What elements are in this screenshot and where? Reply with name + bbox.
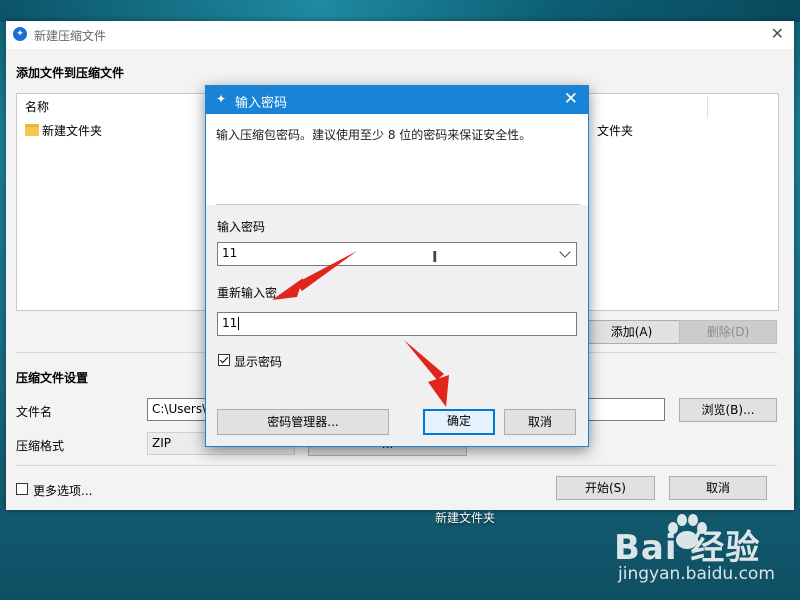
filename-label: 文件名	[16, 405, 53, 419]
dialog-cancel-button[interactable]: 取消	[504, 409, 576, 435]
app-icon: ✦	[13, 27, 27, 41]
close-icon[interactable]: ✕	[771, 24, 784, 43]
chevron-down-icon[interactable]	[559, 246, 571, 258]
close-icon[interactable]: ✕	[564, 89, 578, 109]
password-input[interactable]: 11 I	[217, 242, 577, 266]
confirm-password-value: 11	[222, 316, 238, 330]
watermark-url: jingyan.baidu.com	[618, 564, 775, 584]
cancel-button[interactable]: 取消	[669, 476, 767, 500]
text-caret	[238, 317, 240, 330]
archive-settings-title: 压缩文件设置	[16, 371, 89, 385]
dialog-body: 输入压缩包密码。建议使用至少 8 位的密码来保证安全性。 输入密码 11 I 重…	[206, 114, 588, 446]
column-header-name[interactable]: 名称	[25, 98, 49, 115]
confirm-password-label: 重新输入密	[217, 286, 278, 300]
column-divider	[707, 96, 708, 118]
password-manager-button[interactable]: 密码管理器...	[217, 409, 389, 435]
more-options-label[interactable]: 更多选项...	[33, 482, 92, 499]
browse-button[interactable]: 浏览(B)...	[679, 398, 777, 422]
dialog-description-area: 输入压缩包密码。建议使用至少 8 位的密码来保证安全性。	[206, 114, 588, 205]
window-titlebar: ✦ 新建压缩文件 ✕	[6, 21, 794, 49]
add-files-section-title: 添加文件到压缩文件	[16, 66, 125, 80]
text-cursor-icon: I	[432, 248, 438, 266]
baidu-jingyan-watermark: Bai 经验 jingyan.baidu.com	[610, 512, 795, 597]
divider	[16, 465, 777, 466]
list-item-name: 新建文件夹	[42, 124, 103, 138]
password-label: 输入密码	[217, 220, 266, 234]
window-title: 新建压缩文件	[34, 29, 107, 43]
password-dialog: ✦ 输入密码 ✕ 输入压缩包密码。建议使用至少 8 位的密码来保证安全性。 输入…	[205, 85, 589, 447]
watermark-logo-text: Bai 经验	[614, 528, 761, 568]
format-label: 压缩格式	[16, 439, 65, 453]
list-item-name-partial: 文件夹	[597, 124, 634, 138]
dialog-titlebar: ✦ 输入密码 ✕	[206, 86, 588, 114]
ok-button[interactable]: 确定	[423, 409, 495, 435]
folder-icon	[25, 123, 39, 136]
more-options-checkbox[interactable]	[16, 483, 28, 495]
dialog-description: 输入压缩包密码。建议使用至少 8 位的密码来保证安全性。	[216, 128, 532, 142]
list-item[interactable]: 新建文件夹	[25, 122, 102, 138]
start-button[interactable]: 开始(S)	[556, 476, 655, 500]
app-icon: ✦	[216, 92, 227, 106]
desktop-background-top	[0, 0, 800, 22]
show-password-label[interactable]: 显示密码	[234, 353, 282, 370]
divider	[216, 204, 580, 205]
show-password-checkbox[interactable]	[218, 354, 230, 366]
password-value: 11	[222, 246, 238, 260]
desktop-icon-label[interactable]: 新建文件夹	[420, 509, 510, 526]
dialog-title: 输入密码	[235, 96, 288, 111]
add-button[interactable]: 添加(A)	[583, 320, 680, 344]
confirm-password-input[interactable]: 11	[217, 312, 577, 336]
delete-button[interactable]: 删除(D)	[679, 320, 777, 344]
